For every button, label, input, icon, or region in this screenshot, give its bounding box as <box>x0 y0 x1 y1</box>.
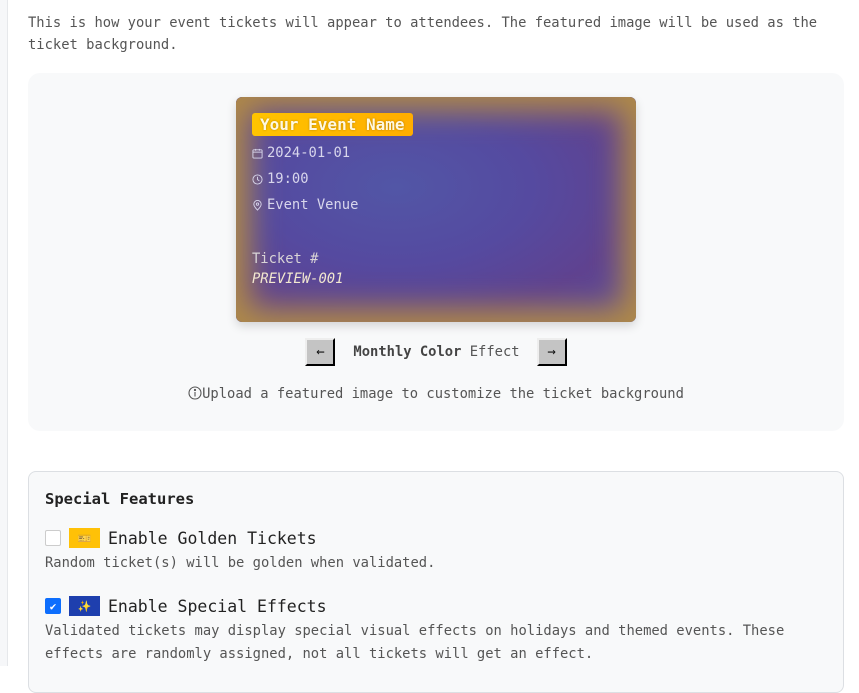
ticket-preview: Your Event Name 2024-01-01 19:00 Event V… <box>236 97 636 322</box>
event-name: Your Event Name <box>252 113 413 136</box>
previous-effect-button[interactable]: ← <box>305 338 336 366</box>
intro-text: This is how your event tickets will appe… <box>28 15 818 53</box>
special-features-card: Special Features 🎫 Enable Golden Tickets… <box>28 471 844 693</box>
ticket-icon: 🎫 <box>69 528 100 548</box>
event-date: 2024-01-01 <box>267 145 351 161</box>
golden-tickets-option: 🎫 Enable Golden Tickets Random ticket(s)… <box>45 528 825 575</box>
location-pin-icon <box>253 199 262 211</box>
calendar-icon <box>252 148 263 159</box>
ticket-preview-panel: Your Event Name 2024-01-01 19:00 Event V… <box>28 73 844 431</box>
ticket-number-label: Ticket # <box>252 251 319 267</box>
arrow-left-icon: ← <box>316 344 325 360</box>
special-features-title: Special Features <box>45 490 195 508</box>
sidebar-edge <box>0 0 8 666</box>
info-icon <box>188 386 202 400</box>
ticket-number: PREVIEW-001 <box>252 271 344 287</box>
special-effects-option: ✔ ✨ Enable Special Effects Validated tic… <box>45 596 825 666</box>
golden-tickets-label[interactable]: Enable Golden Tickets <box>108 529 317 548</box>
special-effects-label[interactable]: Enable Special Effects <box>108 597 327 616</box>
clock-icon <box>252 173 263 185</box>
effect-selector: ← Monthly Color Effect → <box>28 338 844 366</box>
sparkles-icon: ✨ <box>69 596 100 616</box>
checkmark-icon: ✔ <box>49 599 57 613</box>
upload-hint-text: Upload a featured image to customize the… <box>202 386 684 402</box>
arrow-right-icon: → <box>547 344 556 360</box>
effect-name: Monthly Color Effect <box>353 344 519 360</box>
next-effect-button[interactable]: → <box>536 338 567 366</box>
golden-tickets-checkbox[interactable] <box>45 530 61 546</box>
upload-hint: Upload a featured image to customize the… <box>28 386 844 402</box>
event-venue: Event Venue <box>267 197 359 213</box>
effect-name-bold: Monthly Color <box>353 344 462 360</box>
special-effects-checkbox[interactable]: ✔ <box>45 598 61 614</box>
golden-tickets-description: Random ticket(s) will be golden when val… <box>45 555 436 571</box>
special-effects-description: Validated tickets may display special vi… <box>45 623 785 662</box>
effect-name-suffix: Effect <box>469 344 520 360</box>
event-time: 19:00 <box>267 171 309 187</box>
